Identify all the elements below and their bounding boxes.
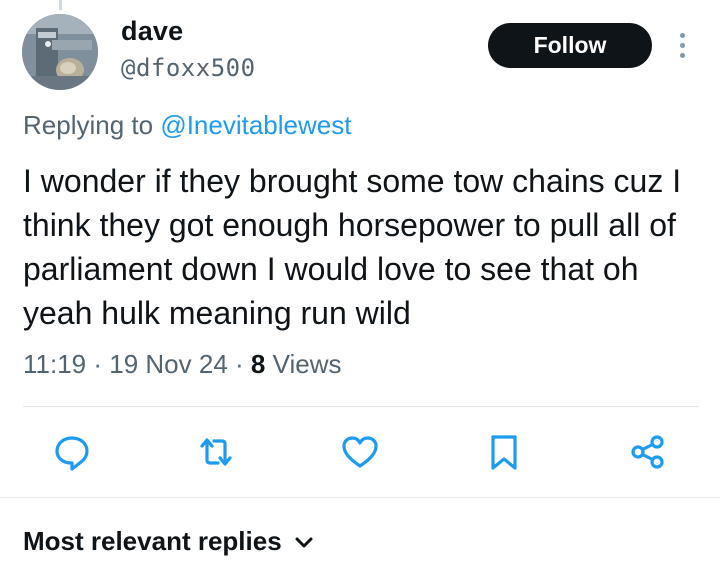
- more-vertical-icon[interactable]: [670, 27, 694, 63]
- divider: [23, 406, 698, 407]
- like-button[interactable]: [338, 430, 382, 474]
- author-display-name[interactable]: dave: [121, 16, 183, 47]
- divider: [0, 497, 720, 498]
- action-bar: [0, 430, 720, 476]
- retweet-icon: [200, 438, 232, 466]
- bookmark-icon: [491, 435, 517, 470]
- views-label: Views: [265, 349, 342, 379]
- reply-context-prefix: Replying to: [23, 110, 161, 140]
- thread-connector: [59, 0, 62, 10]
- reply-context: Replying to @Inevitablewest: [23, 110, 351, 141]
- heart-icon: [342, 436, 378, 468]
- reply-icon: [55, 436, 89, 471]
- follow-button[interactable]: Follow: [488, 23, 652, 68]
- more-dot: [679, 42, 685, 48]
- more-dot: [679, 32, 685, 38]
- more-dot: [679, 52, 685, 58]
- tweet-date[interactable]: 19 Nov 24: [109, 349, 228, 379]
- reply-mention-link[interactable]: @Inevitablewest: [160, 110, 351, 140]
- bookmark-button[interactable]: [482, 430, 526, 474]
- avatar[interactable]: [22, 14, 98, 90]
- views-count: 8: [250, 349, 266, 379]
- tweet-meta: 11:19 · 19 Nov 24 · 8 Views: [23, 349, 341, 380]
- reply-button[interactable]: [50, 430, 94, 474]
- replies-sort-label: Most relevant replies: [23, 526, 282, 556]
- author-handle[interactable]: @dfoxx500: [121, 54, 256, 82]
- tweet-detail-page: dave @dfoxx500 Follow Replying to @Inevi…: [0, 0, 720, 574]
- avatar-photo: [22, 14, 98, 90]
- chevron-down-icon: [295, 537, 313, 547]
- share-icon: [631, 435, 664, 469]
- replies-sort-selector[interactable]: Most relevant replies: [23, 526, 314, 557]
- retweet-button[interactable]: [194, 430, 238, 474]
- tweet-time[interactable]: 11:19: [23, 349, 86, 379]
- tweet-text: I wonder if they brought some tow chains…: [23, 163, 682, 331]
- meta-separator: ·: [86, 349, 110, 379]
- meta-separator: ·: [227, 349, 251, 379]
- share-button[interactable]: [626, 430, 670, 474]
